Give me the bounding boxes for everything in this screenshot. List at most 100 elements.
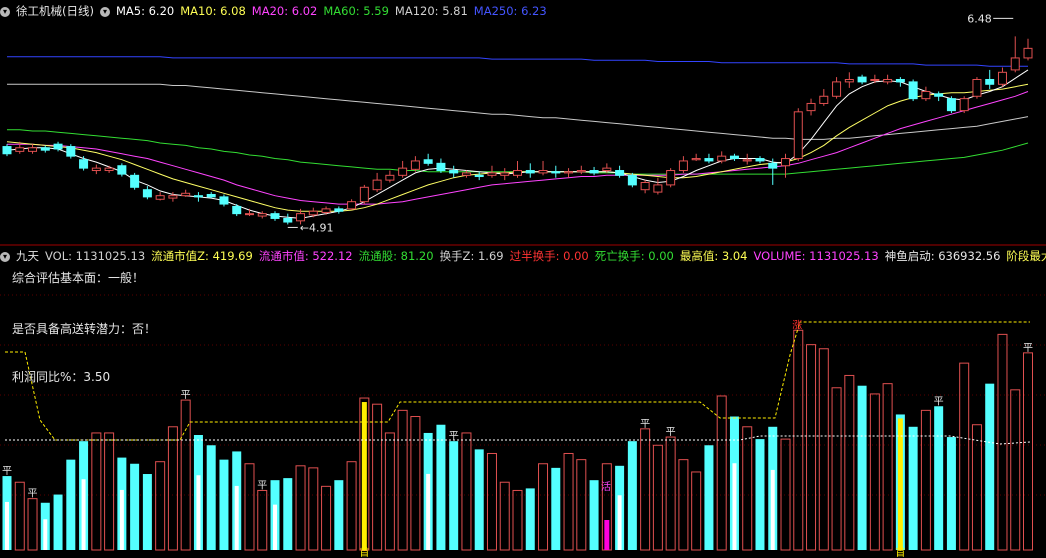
candle-body: [244, 213, 254, 216]
ma120-line: [7, 83, 1029, 140]
volume-bar: [538, 463, 549, 551]
candle-body: [729, 155, 739, 160]
candle-body: [678, 160, 688, 172]
candle-body: [474, 174, 484, 178]
volume-inner-bar: [43, 519, 48, 550]
candle-body: [449, 170, 459, 174]
volume-bar: [66, 459, 76, 550]
mark-ping: 平: [257, 480, 267, 491]
candle-body: [155, 195, 165, 200]
volume-bar: [384, 432, 395, 551]
volume-inner-bar: [5, 501, 9, 550]
kline-terminal: ▾ 徐工机械(日线) ▾ MA5: 6.20 MA10: 6.08 MA20: 6.02 M…: [0, 0, 1046, 558]
indicator-name[interactable]: 九天: [16, 249, 39, 263]
candle-body: [257, 213, 267, 217]
indicator-line-yellow: [5, 321, 1030, 441]
volume-bar: [678, 459, 689, 551]
candle-body: [117, 165, 127, 175]
mark-zhang: 涨: [792, 319, 802, 331]
candle-body: [1010, 57, 1020, 71]
volume-bar: [512, 489, 523, 551]
volume-bar: [1023, 352, 1033, 551]
volume-bar: [576, 459, 587, 551]
candle-body: [666, 170, 676, 186]
candle-body: [742, 159, 752, 162]
candle-body: [436, 162, 446, 172]
mark-shou: 首: [359, 546, 369, 558]
volume-bar: [563, 452, 574, 551]
volume-bar: [130, 463, 140, 550]
volume-bar: [691, 471, 702, 551]
ma20-line: [7, 91, 1029, 205]
volume-inner-bar: [234, 485, 239, 550]
indicator-legend: VOL: 1131025.13 流通市值Z: 419.69 流通市值: 522.12…: [45, 249, 1046, 263]
volume-bar: [104, 432, 115, 551]
candle-body: [870, 78, 880, 81]
indicator-legend-item-0: VOL: 1131025.13: [45, 249, 146, 263]
candle-body: [653, 184, 663, 193]
volume-bar: [806, 344, 817, 551]
candle-body: [130, 174, 140, 188]
volume-inner-bar: [273, 504, 278, 550]
candle-body: [551, 171, 561, 174]
candle-body: [602, 167, 612, 172]
indicator-legend-item-10: 阶段最大多方: [1006, 249, 1046, 263]
candle-body: [513, 170, 522, 176]
volume-inner-bar: [119, 489, 124, 550]
candle-body: [423, 159, 433, 164]
profit-yoy: 利润同比%：3.50: [12, 370, 111, 384]
mark-ping: 平: [449, 431, 459, 442]
candle-body: [538, 170, 548, 174]
candle-body: [857, 76, 867, 83]
volume-bar: [1010, 389, 1021, 551]
volume-bar: [308, 467, 319, 551]
volume-bar: [155, 461, 166, 551]
candle-body: [372, 179, 382, 191]
candle-body: [819, 95, 829, 104]
volume-bar: [869, 393, 880, 551]
candle-body: [640, 182, 650, 191]
volume-inner-bar: [426, 473, 431, 550]
candle-body: [398, 167, 408, 176]
mark-ping: 平: [2, 466, 12, 477]
volume-bar: [755, 439, 765, 550]
candle-body: [2, 146, 12, 155]
volume-inner-bar: [617, 495, 622, 550]
volume-bar: [14, 481, 25, 551]
volume-bar: [640, 428, 651, 551]
candle-body: [768, 162, 778, 169]
volume-bar: [831, 387, 842, 551]
candle-body: [525, 170, 535, 174]
candle-body: [206, 193, 216, 198]
volume-magenta-bar: [604, 520, 610, 550]
candle-body: [895, 78, 905, 83]
candle-body: [564, 171, 574, 174]
candle-body: [321, 208, 331, 213]
candle-body: [219, 196, 229, 205]
volume-bar: [334, 480, 344, 550]
volume-bar: [985, 383, 995, 550]
volume-bar: [920, 409, 931, 551]
low-price-label: ←4.91: [300, 221, 334, 234]
mark-ping: 平: [666, 427, 676, 438]
volume-bar: [283, 478, 293, 550]
volume-bar: [959, 362, 970, 551]
candle-body: [589, 170, 599, 174]
candle-body: [66, 146, 76, 157]
volume-bar: [818, 348, 829, 551]
candle-body: [334, 208, 344, 212]
volume-bar: [499, 481, 510, 551]
volume-bar: [946, 437, 956, 550]
volume-bar: [934, 406, 944, 550]
volume-bar: [397, 409, 408, 551]
ma250-line: [7, 56, 1028, 67]
volume-bar: [525, 488, 535, 550]
candle-body: [79, 159, 89, 169]
indicator-legend-item-6: 死亡换手: 0.00: [594, 249, 674, 263]
candle-body: [270, 213, 280, 219]
volume-bar: [180, 399, 191, 551]
indicator-toggle-icon[interactable]: ▾: [0, 251, 10, 262]
indicator-legend-item-2: 流通市值: 522.12: [258, 249, 353, 263]
chart-canvas[interactable]: 6.48←4.91平平平平平平平平平涨活首首: [0, 0, 1046, 558]
candle-body: [232, 205, 242, 215]
